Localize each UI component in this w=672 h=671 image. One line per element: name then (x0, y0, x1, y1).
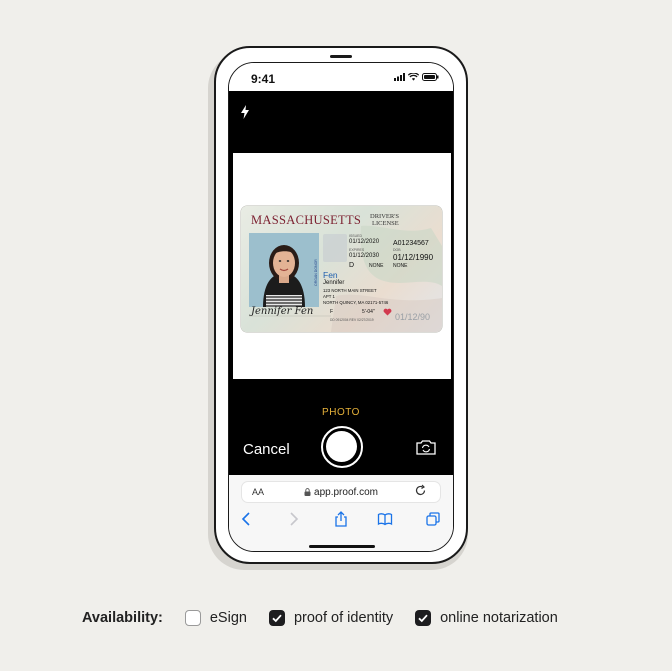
availability-row: Availability: eSign proof of identity on… (82, 610, 580, 626)
license-class: D (349, 262, 355, 269)
checkmark-icon (272, 614, 282, 623)
license-issue-date: 01/12/2020 (349, 239, 380, 245)
license-dob: 01/12/1990 (393, 253, 434, 262)
share-icon[interactable] (333, 511, 349, 527)
cancel-button[interactable]: Cancel (243, 441, 290, 458)
license-address-line2: APT 1 (323, 294, 335, 299)
license-expiry-label: EXPIRES (349, 248, 365, 252)
battery-icon (422, 73, 439, 81)
license-last-name: Fen (323, 270, 338, 280)
license-restrictions: NONE (369, 263, 384, 269)
flash-icon[interactable] (239, 105, 251, 119)
camera-mode-photo[interactable]: PHOTO (229, 407, 453, 418)
license-signature: Jennifer Fen (251, 306, 314, 317)
checkmark-icon (418, 614, 428, 623)
license-height: 5'-04" (362, 309, 375, 315)
heart-icon (383, 308, 392, 316)
license-issue-label: ISSUED (349, 234, 363, 238)
status-time: 9:41 (251, 72, 276, 86)
lock-icon (304, 488, 311, 496)
license-expiry-date: 01/12/2030 (349, 253, 380, 259)
online-notarization-label: online notarization (440, 610, 558, 626)
drivers-license-card: MASSACHUSETTS DRIVER'S LICENSE ORGAN DON… (241, 206, 442, 332)
address-bar[interactable]: AA app.proof.com (241, 481, 441, 503)
license-doc-type-line2: LICENSE (372, 220, 399, 227)
license-address-line3: NORTH QUINCY, MA 02171-5746 (323, 300, 389, 305)
url-text: app.proof.com (242, 487, 440, 498)
home-indicator (309, 545, 375, 548)
availability-option-esign: eSign (184, 610, 247, 626)
esign-checkbox[interactable] (184, 610, 201, 626)
browser-bar: AA app.proof.com (229, 475, 453, 551)
license-address-line1: 123 NORTH MAIN STREET (323, 288, 377, 293)
license-small-line: DD 0912004 REV 02/27/2019 (330, 318, 374, 322)
availability-option-online-notarization: online notarization (415, 610, 558, 626)
license-photo (249, 233, 319, 307)
shutter-button-inner (326, 431, 357, 462)
license-first-name: Jennifer (323, 280, 345, 286)
cellular-signal-icon (394, 73, 405, 81)
esign-label: eSign (209, 610, 247, 626)
phone-speaker (330, 55, 352, 58)
license-endorsements: NONE (393, 263, 408, 269)
reload-icon[interactable] (414, 484, 428, 498)
availability-label: Availability: (82, 610, 163, 626)
license-state: MASSACHUSETTS (251, 213, 362, 227)
status-bar: 9:41 (229, 63, 453, 91)
wifi-icon (408, 73, 419, 81)
license-ghost-image (323, 234, 347, 262)
license-number: A01234567 (393, 240, 429, 247)
availability-option-proof-of-identity: proof of identity (268, 610, 394, 626)
proof-of-identity-label: proof of identity (293, 610, 394, 626)
camera-view: MASSACHUSETTS DRIVER'S LICENSE ORGAN DON… (229, 91, 453, 475)
portrait-image (249, 233, 319, 307)
bookmarks-icon[interactable] (377, 511, 393, 527)
browser-toolbar (229, 509, 453, 533)
status-icons (394, 73, 439, 81)
flip-camera-icon[interactable] (415, 438, 437, 456)
back-icon[interactable] (239, 511, 255, 527)
shutter-button[interactable] (321, 426, 363, 468)
phone-screen: 9:41 MASSACHUSETTS DRIVER'S LICENSE ORGA… (228, 62, 454, 552)
license-dob-label: DOB (393, 248, 401, 252)
camera-viewfinder: MASSACHUSETTS DRIVER'S LICENSE ORGAN DON… (233, 153, 451, 379)
license-sex: F (330, 309, 334, 315)
online-notarization-checkbox[interactable] (415, 610, 432, 626)
license-doc-type-line1: DRIVER'S (370, 213, 399, 220)
url-value: app.proof.com (314, 487, 378, 498)
license-ghost-dob: 01/12/90 (395, 312, 431, 322)
proof-of-identity-checkbox[interactable] (268, 610, 285, 626)
forward-icon[interactable] (285, 511, 301, 527)
tabs-icon[interactable] (425, 511, 441, 527)
license-vertical-tag: ORGAN DONOR (314, 259, 318, 286)
